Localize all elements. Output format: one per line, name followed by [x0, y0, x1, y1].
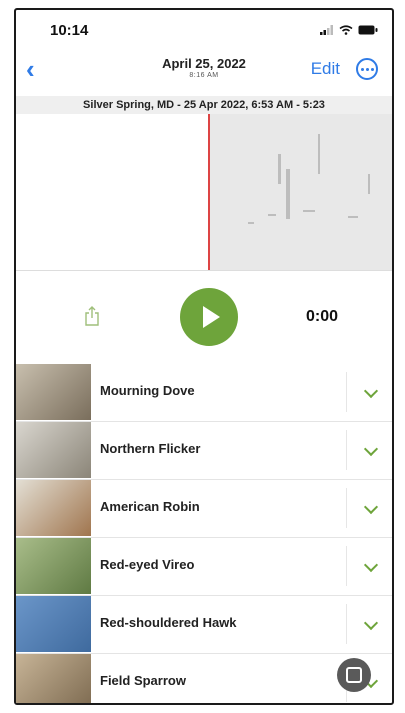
- signal-icon: [320, 25, 333, 35]
- nav-bar: ‹ April 25, 2022 8:16 AM Edit: [16, 50, 392, 98]
- divider: [16, 270, 392, 271]
- row-separator: [346, 430, 347, 470]
- species-row[interactable]: American Robin: [16, 480, 392, 538]
- species-row[interactable]: Red-shouldered Hawk: [16, 596, 392, 654]
- wifi-icon: [339, 25, 353, 35]
- bird-thumbnail: [16, 596, 91, 652]
- location-bar: Silver Spring, MD - 25 Apr 2022, 6:53 AM…: [16, 96, 392, 114]
- species-name: American Robin: [100, 499, 200, 514]
- chevron-down-icon[interactable]: [363, 499, 379, 515]
- elapsed-time: 0:00: [306, 308, 339, 325]
- species-row[interactable]: Field Sparrow: [16, 654, 392, 703]
- battery-icon: [358, 25, 378, 35]
- species-row[interactable]: Red-eyed Vireo: [16, 538, 392, 596]
- share-icon[interactable]: [84, 306, 100, 326]
- status-bar: 10:14: [16, 10, 392, 50]
- species-list: Mourning Dove Northern Flicker American …: [16, 364, 392, 703]
- chevron-down-icon[interactable]: [363, 441, 379, 457]
- bird-thumbnail: [16, 422, 91, 478]
- scan-frame: [346, 667, 362, 683]
- edit-button[interactable]: Edit: [311, 59, 340, 79]
- species-name: Red-shouldered Hawk: [100, 615, 237, 630]
- spectrogram-image: [208, 114, 392, 270]
- status-time: 10:14: [50, 22, 89, 39]
- status-icons: [320, 25, 378, 35]
- phone-screen: 10:14 ‹ April 25, 2022 8:16 AM Edit Silv…: [14, 8, 394, 705]
- player-controls: 0:00: [16, 272, 392, 364]
- species-row[interactable]: Northern Flicker: [16, 422, 392, 480]
- play-button[interactable]: [180, 288, 238, 346]
- row-separator: [346, 604, 347, 644]
- row-separator: [346, 546, 347, 586]
- bird-thumbnail: [16, 480, 91, 536]
- chevron-down-icon[interactable]: [363, 383, 379, 399]
- scan-icon[interactable]: [337, 658, 371, 692]
- playhead[interactable]: [208, 114, 210, 270]
- more-options-icon[interactable]: [356, 58, 378, 80]
- spectrogram[interactable]: [16, 114, 392, 270]
- species-name: Field Sparrow: [100, 673, 186, 688]
- bird-thumbnail: [16, 538, 91, 594]
- bird-thumbnail: [16, 654, 91, 703]
- species-name: Mourning Dove: [100, 383, 195, 398]
- species-row[interactable]: Mourning Dove: [16, 364, 392, 422]
- row-separator: [346, 488, 347, 528]
- bird-thumbnail: [16, 364, 91, 420]
- row-separator: [346, 372, 347, 412]
- species-name: Northern Flicker: [100, 441, 201, 456]
- chevron-down-icon[interactable]: [363, 557, 379, 573]
- chevron-down-icon[interactable]: [363, 615, 379, 631]
- species-name: Red-eyed Vireo: [100, 557, 195, 572]
